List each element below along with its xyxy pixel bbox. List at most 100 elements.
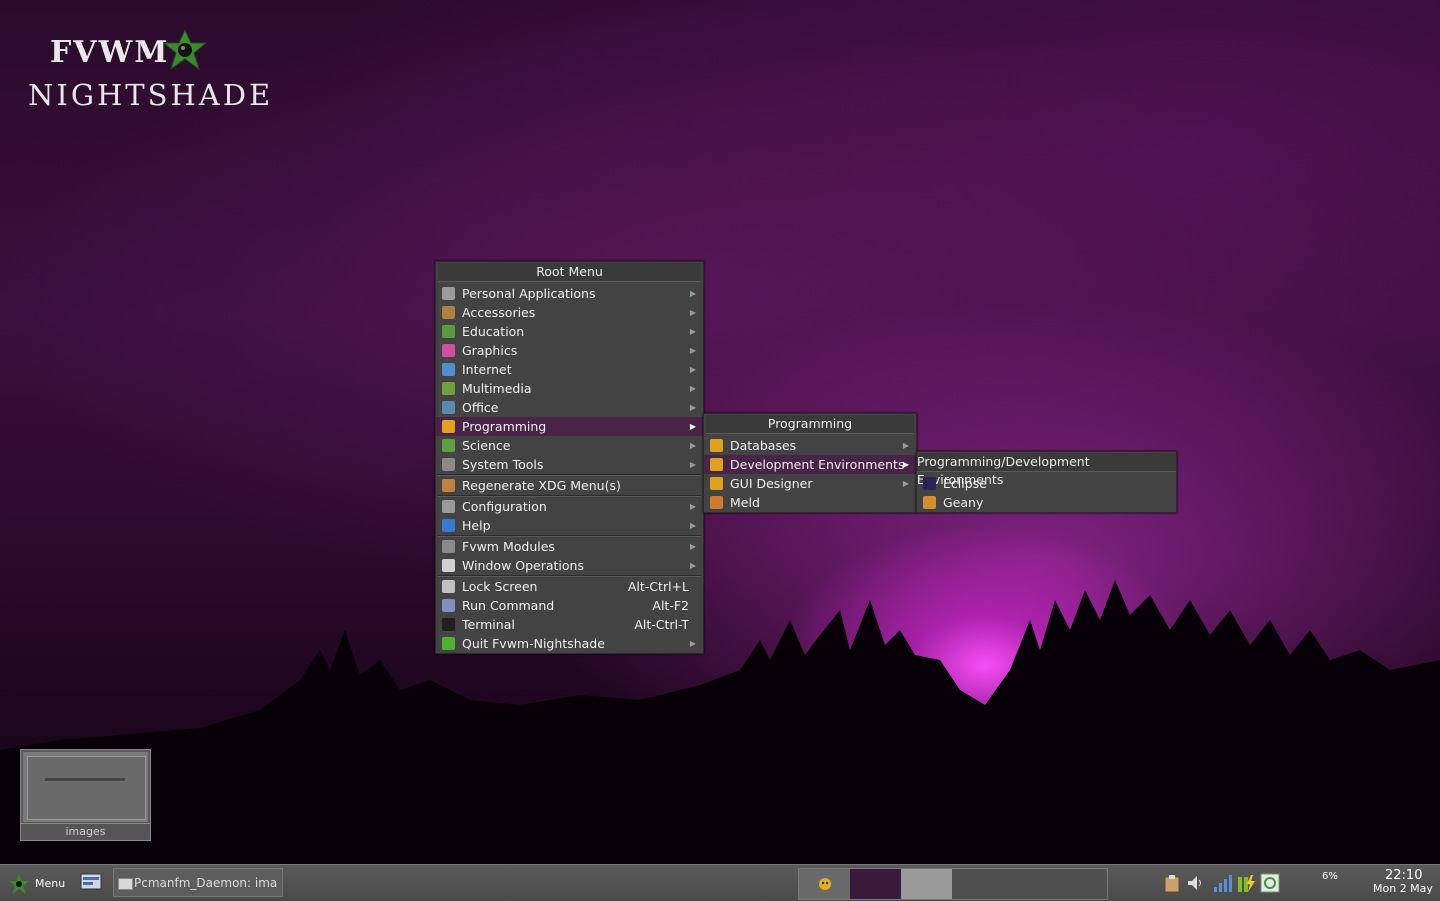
desktop-icon bbox=[80, 873, 102, 890]
devenv-submenu-title: Programming/Development Environments bbox=[917, 453, 1176, 487]
submenu-arrow-icon: ▶ bbox=[689, 289, 696, 298]
network-signal-icon[interactable] bbox=[1212, 873, 1232, 893]
root-menu-item-internet[interactable]: Internet ▶ bbox=[436, 360, 703, 379]
root-menu-item-science[interactable]: Science ▶ bbox=[436, 436, 703, 455]
submenu-arrow-icon: ▶ bbox=[689, 542, 696, 551]
regenerate-icon bbox=[442, 479, 455, 492]
workspace-pager bbox=[798, 868, 1108, 900]
multimedia-icon bbox=[442, 382, 455, 395]
workspace-3[interactable] bbox=[901, 869, 953, 899]
volume-icon[interactable] bbox=[1186, 873, 1206, 893]
science-icon bbox=[442, 439, 455, 452]
root-menu-item-help[interactable]: Help ▶ bbox=[436, 516, 703, 535]
devenv-menu-item-label: Geany bbox=[943, 495, 984, 510]
root-menu-item-terminal[interactable]: Terminal Alt-Ctrl-T bbox=[436, 615, 703, 634]
programming-menu-item-meld[interactable]: Meld bbox=[704, 493, 916, 512]
root-menu-item-lock-screen[interactable]: Lock Screen Alt-Ctrl+L bbox=[436, 577, 703, 596]
desktop-thumbnail-label: images bbox=[21, 823, 150, 840]
app-icon-in-workspace bbox=[819, 878, 831, 890]
root-menu-item-regenerate-xdg-menu-s[interactable]: Regenerate XDG Menu(s) bbox=[436, 476, 703, 495]
dev-env-icon bbox=[710, 458, 723, 471]
submenu-arrow-icon: ▶ bbox=[902, 441, 909, 450]
quit-icon bbox=[442, 637, 455, 650]
programming-menu-item-databases[interactable]: Databases ▶ bbox=[704, 436, 916, 455]
root-menu-item-programming[interactable]: Programming ▶ bbox=[436, 417, 703, 436]
help-icon bbox=[442, 519, 455, 532]
education-icon bbox=[442, 325, 455, 338]
root-menu-item-fvwm-modules[interactable]: Fvwm Modules ▶ bbox=[436, 537, 703, 556]
submenu-arrow-icon: ▶ bbox=[689, 308, 696, 317]
eclipse-icon bbox=[923, 477, 936, 490]
update-icon[interactable] bbox=[1260, 873, 1280, 893]
cpu-usage: 6% bbox=[1322, 871, 1338, 882]
office-icon bbox=[442, 401, 455, 414]
window-ops-icon bbox=[442, 559, 455, 572]
submenu-arrow-icon: ▶ bbox=[689, 403, 696, 412]
root-menu-item-office[interactable]: Office ▶ bbox=[436, 398, 703, 417]
folder-icon bbox=[118, 878, 133, 890]
root-menu-item-personal-applications[interactable]: Personal Applications ▶ bbox=[436, 284, 703, 303]
meld-icon bbox=[710, 496, 723, 509]
start-menu-label: Menu bbox=[35, 877, 66, 890]
root-menu-item-label: Quit Fvwm-Nightshade bbox=[462, 636, 605, 651]
programming-icon bbox=[442, 420, 455, 433]
workspace-5[interactable] bbox=[1003, 869, 1055, 899]
root-menu-item-label: Programming bbox=[462, 419, 547, 434]
programming-menu-item-development-environments[interactable]: Development Environments ▶ bbox=[704, 455, 916, 474]
root-menu-item-multimedia[interactable]: Multimedia ▶ bbox=[436, 379, 703, 398]
shortcut-hint: Alt-Ctrl-T bbox=[634, 617, 689, 632]
programming-menu-item-gui-designer[interactable]: GUI Designer ▶ bbox=[704, 474, 916, 493]
workspace-1[interactable] bbox=[799, 869, 851, 899]
submenu-arrow-icon: ▶ bbox=[689, 365, 696, 374]
root-menu-item-label: Accessories bbox=[462, 305, 536, 320]
geany-icon bbox=[923, 496, 936, 509]
modules-icon bbox=[442, 540, 455, 553]
logo-line1: FVWM bbox=[50, 35, 170, 70]
root-menu-item-quit-fvwm-nightshade[interactable]: Quit Fvwm-Nightshade ▶ bbox=[436, 634, 703, 653]
power-icon[interactable] bbox=[1236, 873, 1256, 893]
root-menu-item-education[interactable]: Education ▶ bbox=[436, 322, 703, 341]
submenu-arrow-icon: ▶ bbox=[689, 639, 696, 648]
accessories-icon bbox=[442, 306, 455, 319]
devenv-menu-item-geany[interactable]: Geany bbox=[917, 493, 1176, 512]
desktop-thumbnail[interactable]: images bbox=[20, 749, 151, 841]
root-menu: Root Menu Personal Applications ▶ Accessor… bbox=[435, 261, 704, 654]
nightshade-menu-icon bbox=[9, 874, 29, 894]
submenu-arrow-icon: ▶ bbox=[689, 460, 696, 469]
submenu-arrow-icon: ▶ bbox=[689, 561, 696, 570]
root-menu-item-label: Graphics bbox=[462, 343, 518, 358]
gui-designer-icon bbox=[710, 477, 723, 490]
root-menu-item-configuration[interactable]: Configuration ▶ bbox=[436, 497, 703, 516]
programming-menu-item-label: Meld bbox=[730, 495, 760, 510]
desktop-thumbnail-preview bbox=[23, 752, 148, 822]
root-menu-item-system-tools[interactable]: System Tools ▶ bbox=[436, 455, 703, 474]
root-menu-title: Root Menu bbox=[438, 263, 701, 282]
programming-submenu: Programming Databases ▶ Development Enviro… bbox=[703, 413, 917, 513]
system-tools-icon bbox=[442, 458, 455, 471]
programming-submenu-title: Programming bbox=[706, 415, 914, 434]
run-icon bbox=[442, 599, 455, 612]
clock-date[interactable]: Mon 2 May bbox=[1373, 882, 1433, 895]
root-menu-item-accessories[interactable]: Accessories ▶ bbox=[436, 303, 703, 322]
submenu-arrow-icon: ▶ bbox=[902, 460, 909, 469]
root-menu-item-label: Personal Applications bbox=[462, 286, 596, 301]
submenu-arrow-icon: ▶ bbox=[689, 502, 696, 511]
start-menu-button[interactable]: Menu bbox=[4, 869, 66, 897]
root-menu-item-label: Fvwm Modules bbox=[462, 539, 555, 554]
root-menu-item-run-command[interactable]: Run Command Alt-F2 bbox=[436, 596, 703, 615]
show-desktop-button[interactable] bbox=[80, 868, 102, 897]
workspace-4[interactable] bbox=[952, 869, 1004, 899]
root-menu-item-label: Window Operations bbox=[462, 558, 584, 573]
shortcut-hint: Alt-F2 bbox=[652, 598, 689, 613]
workspace-6[interactable] bbox=[1054, 869, 1105, 899]
devenv-menu-item-eclipse[interactable]: Eclipse bbox=[917, 474, 1176, 493]
root-menu-item-window-operations[interactable]: Window Operations ▶ bbox=[436, 556, 703, 575]
root-menu-item-label: Configuration bbox=[462, 499, 547, 514]
workspace-2[interactable] bbox=[850, 869, 902, 899]
clock-time[interactable]: 22:10 bbox=[1385, 868, 1422, 883]
submenu-arrow-icon: ▶ bbox=[689, 346, 696, 355]
root-menu-item-label: Terminal bbox=[462, 617, 515, 632]
clipboard-icon[interactable] bbox=[1162, 873, 1182, 893]
taskbar-task-pcmanfm[interactable]: Pcmanfm_Daemon: ima bbox=[113, 868, 283, 897]
root-menu-item-graphics[interactable]: Graphics ▶ bbox=[436, 341, 703, 360]
